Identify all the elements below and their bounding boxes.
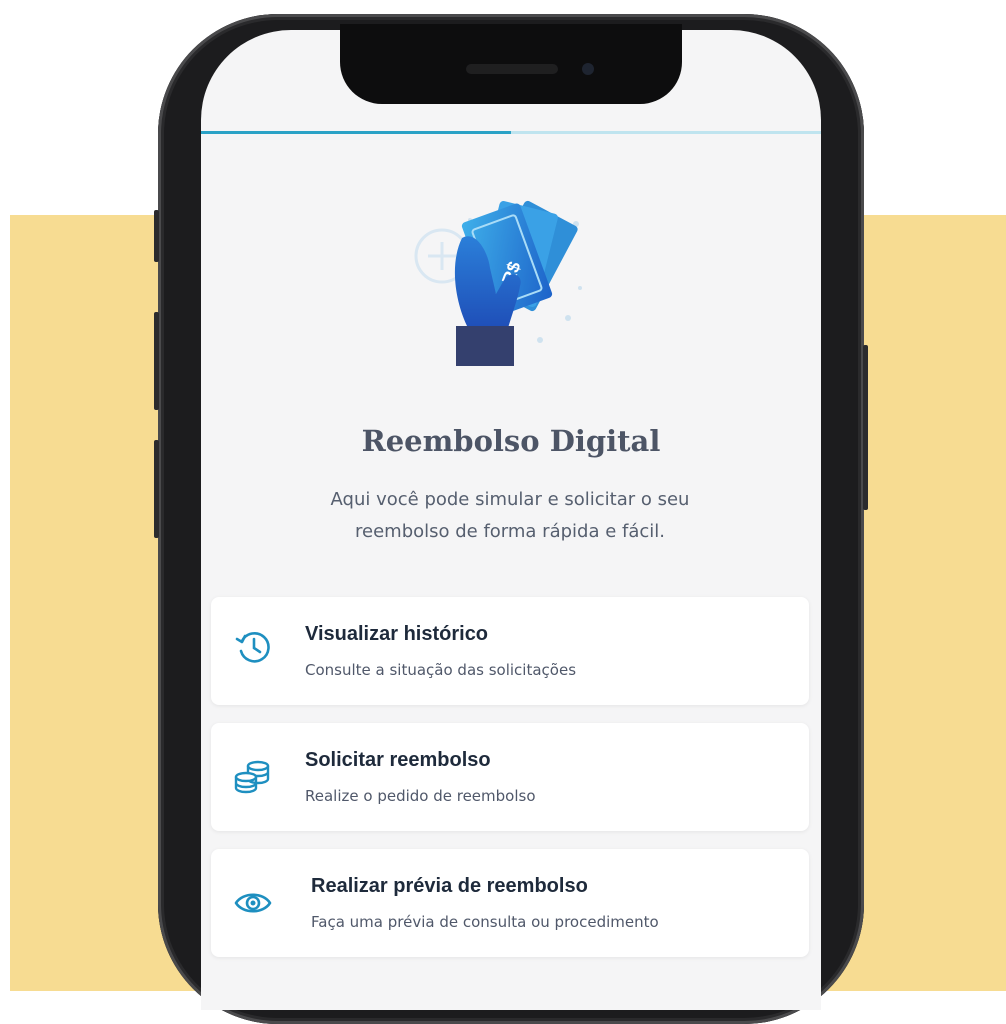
- option-card-history[interactable]: Visualizar histórico Consulte a situação…: [211, 597, 809, 705]
- phone-silent-switch: [154, 210, 159, 262]
- progress-bar-fill: [201, 131, 511, 134]
- phone-power-button: [863, 345, 868, 510]
- option-card-preview[interactable]: Realizar prévia de reembolso Faça uma pr…: [211, 849, 809, 957]
- phone-volume-down: [154, 440, 159, 538]
- phone-speaker: [466, 64, 558, 74]
- page-title: Reembolso Digital: [361, 424, 661, 458]
- coins-icon: [234, 760, 270, 794]
- option-title: Solicitar reembolso: [305, 749, 491, 771]
- option-title: Visualizar histórico: [305, 623, 489, 645]
- phone-volume-up: [154, 312, 159, 410]
- phone-camera: [582, 63, 594, 75]
- page-subtitle: Aqui você pode simular e solicitar o seu…: [330, 489, 690, 542]
- option-subtitle: Faça uma prévia de consulta ou procedime…: [311, 913, 659, 931]
- option-subtitle: Realize o pedido de reembolso: [305, 787, 536, 805]
- eye-icon: [234, 893, 272, 913]
- option-subtitle: Consulte a situação das solicitações: [305, 661, 577, 679]
- option-title: Realizar prévia de reembolso: [311, 875, 588, 897]
- history-icon: [235, 632, 270, 663]
- progress-bar: [201, 131, 821, 134]
- reimbursement-illustration: R$: [414, 200, 582, 366]
- option-card-request[interactable]: Solicitar reembolso Realize o pedido de …: [211, 723, 809, 831]
- sleeve: [456, 326, 514, 366]
